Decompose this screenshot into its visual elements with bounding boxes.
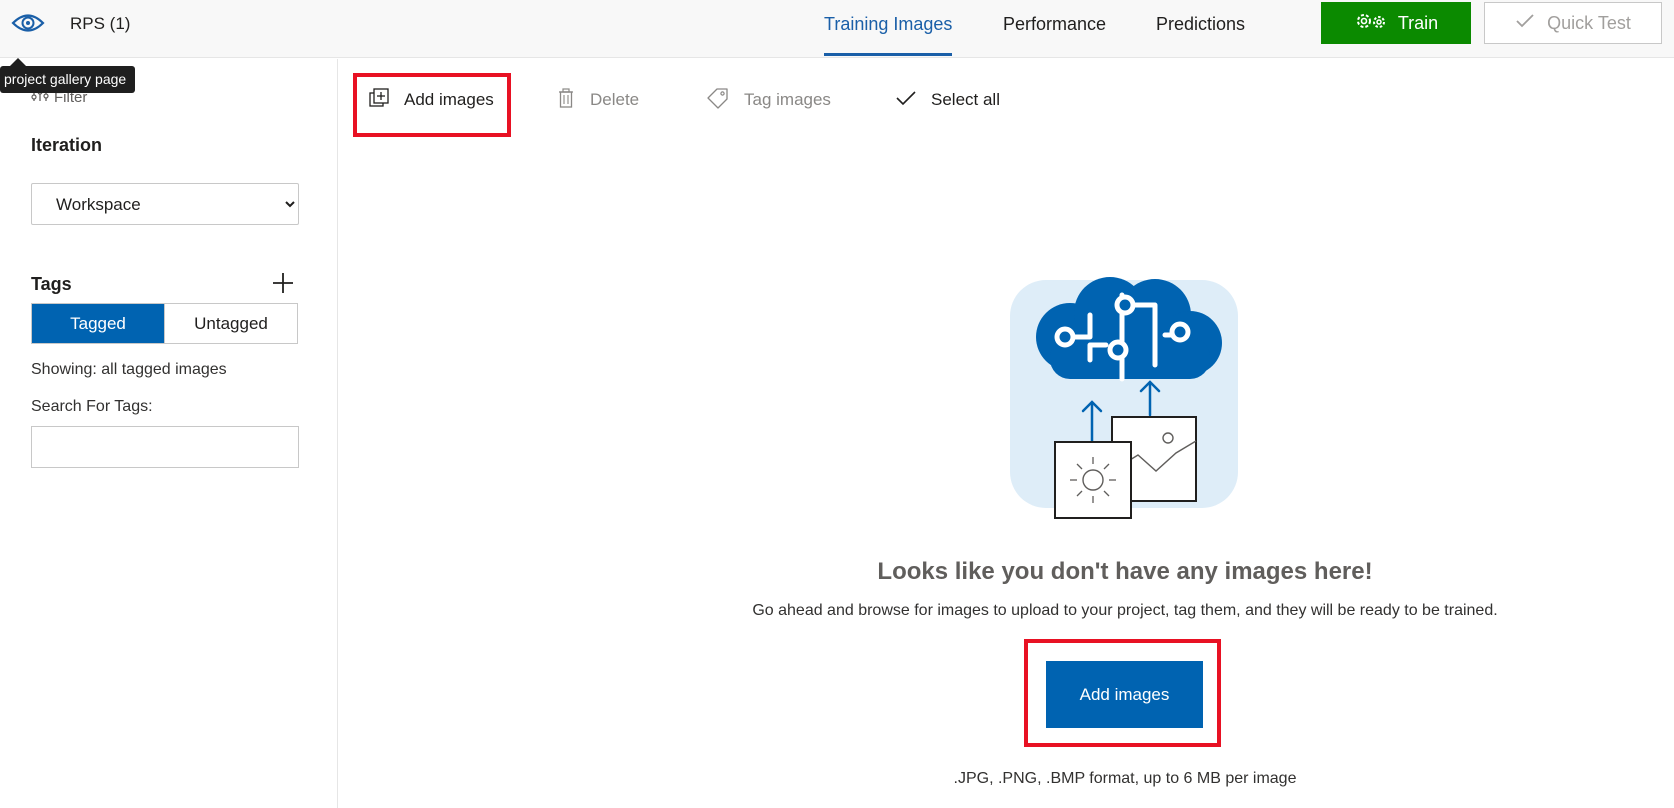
highlight-box — [1024, 639, 1221, 747]
checkmark-icon — [1515, 13, 1535, 34]
tagged-toggle: Tagged Untagged — [31, 303, 298, 344]
tab-label: Predictions — [1156, 14, 1246, 34]
tab-label: Training Images — [824, 14, 953, 34]
add-tag-plus-icon[interactable] — [270, 270, 296, 296]
delete-button[interactable]: Delete — [556, 86, 639, 114]
highlight-box — [353, 73, 511, 137]
quick-test-button[interactable]: Quick Test — [1484, 2, 1662, 44]
active-tab-indicator — [824, 53, 953, 56]
tab-performance[interactable]: Performance — [1003, 14, 1106, 58]
delete-label: Delete — [590, 90, 640, 109]
sidebar: Filter Iteration Workspace Tags Tagged U… — [0, 59, 338, 808]
eye-logo-icon[interactable] — [10, 8, 46, 38]
upload-illustration-icon — [1010, 275, 1240, 525]
iteration-title: Iteration — [31, 135, 103, 155]
tab-training-images[interactable]: Training Images — [824, 14, 953, 58]
format-note: .JPG, .PNG, .BMP format, up to 6 MB per … — [953, 770, 1297, 787]
empty-state-title: Looks like you don't have any images her… — [877, 558, 1373, 585]
iteration-select[interactable]: Workspace — [31, 183, 299, 225]
checkmark-icon — [895, 89, 917, 112]
project-name[interactable]: RPS (1) — [70, 14, 130, 34]
select-all-label: Select all — [931, 90, 1000, 109]
tagged-option[interactable]: Tagged — [32, 304, 164, 343]
select-all-button[interactable]: Select all — [895, 86, 1000, 114]
tab-label: Performance — [1003, 14, 1107, 34]
tab-predictions[interactable]: Predictions — [1156, 14, 1245, 58]
search-tags-input[interactable] — [31, 426, 299, 468]
empty-state-description: Go ahead and browse for images to upload… — [752, 602, 1498, 619]
untagged-option[interactable]: Untagged — [164, 304, 297, 343]
trash-icon — [556, 87, 576, 114]
tag-images-label: Tag images — [744, 90, 831, 109]
tooltip: project gallery page — [0, 66, 136, 93]
quick-test-label: Quick Test — [1547, 12, 1631, 33]
tags-title: Tags — [31, 274, 72, 294]
top-header: RPS (1) Training Images Performance Pred… — [0, 0, 1674, 58]
train-label: Train — [1397, 12, 1439, 33]
train-button[interactable]: Train — [1321, 2, 1471, 44]
tag-images-button[interactable]: Tag images — [706, 86, 831, 114]
tag-icon — [706, 87, 730, 114]
search-tags-label: Search For Tags: — [31, 398, 153, 415]
tooltip-arrow — [10, 58, 26, 66]
gears-icon — [1354, 11, 1388, 36]
showing-text: Showing: all tagged images — [31, 361, 227, 378]
